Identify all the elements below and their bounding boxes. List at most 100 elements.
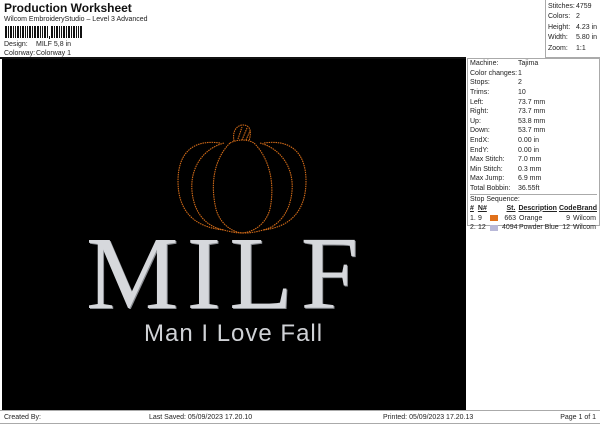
printed-date: Printed: 05/09/2023 17.20.13 xyxy=(383,413,474,421)
info-label: Width: xyxy=(548,34,568,42)
thread-code: 9 xyxy=(566,214,570,222)
col-number: # xyxy=(470,204,474,212)
info-row: Stops: 2 xyxy=(470,78,597,88)
needle: 9 xyxy=(478,214,482,222)
info-row: EndY: 0.00 in xyxy=(470,145,597,155)
info-label: Stops: xyxy=(470,79,490,87)
barcode-bar xyxy=(32,26,33,38)
color-swatch xyxy=(490,215,498,222)
barcode-bar xyxy=(34,26,36,38)
barcode xyxy=(5,26,95,39)
barcode-bar xyxy=(40,26,41,38)
design-tagline: Man I Love Fall xyxy=(144,320,324,347)
barcode-bar xyxy=(51,26,53,38)
info-label: Stitches: xyxy=(548,2,575,10)
info-label: Left: xyxy=(470,98,484,106)
colorway-label: Colorway: xyxy=(4,50,36,57)
thread-description: Powder Blue xyxy=(519,224,559,232)
info-row: Up: 53.8 mm xyxy=(470,117,597,127)
barcode-bar xyxy=(61,26,62,38)
barcode-bar xyxy=(54,26,55,38)
info-value: 1 xyxy=(518,69,522,77)
info-label: Up: xyxy=(470,117,481,125)
info-row: Stitches: 4759 xyxy=(548,1,598,12)
barcode-bar xyxy=(8,26,9,38)
info-value: 53.7 mm xyxy=(518,127,546,135)
info-row: Right: 73.7 mm xyxy=(470,107,597,117)
needle: 12 xyxy=(478,224,486,232)
info-row: Machine: Tajima xyxy=(470,59,597,69)
info-label: Machine: xyxy=(470,60,499,68)
barcode-bar xyxy=(42,26,43,38)
info-value: 73.7 mm xyxy=(518,108,546,116)
footer: Created By: Last Saved: 05/09/2023 17.20… xyxy=(0,410,600,424)
barcode-bar xyxy=(15,26,16,38)
info-row: Down: 53.7 mm xyxy=(470,126,597,136)
page-title: Production Worksheet xyxy=(4,1,132,15)
barcode-bar xyxy=(63,26,65,38)
info-value: 73.7 mm xyxy=(518,98,546,106)
barcode-bar xyxy=(47,26,48,38)
stop-sequence-title: Stop Sequence: xyxy=(470,196,520,204)
info-label: Color changes: xyxy=(470,69,518,77)
design-label: Design: xyxy=(4,41,28,48)
col-code: Code xyxy=(558,204,577,212)
info-value: 0.00 in xyxy=(518,146,540,154)
info-label: Height: xyxy=(548,23,571,31)
page-number: Page 1 of 1 xyxy=(560,413,596,421)
info-value: 0.00 in xyxy=(518,137,540,145)
barcode-bar xyxy=(76,26,77,38)
info-value: 4759 xyxy=(576,2,592,10)
info-label: Total Bobbin: xyxy=(470,185,511,193)
info-value: 0.3 mm xyxy=(518,165,542,173)
barcode-bar xyxy=(10,26,12,38)
info-row: Min Stitch: 0.3 mm xyxy=(470,165,597,175)
stitch-count: 663 xyxy=(504,214,516,222)
stop-sequence: Stop Sequence: # N# St. Description Code… xyxy=(470,194,597,232)
info-row: Max Jump: 6.9 mm xyxy=(470,174,597,184)
barcode-bar xyxy=(56,26,58,38)
stitch-count: 4094 xyxy=(502,224,518,232)
info-label: Min Stitch: xyxy=(470,165,503,173)
col-brand: Brand xyxy=(576,204,597,212)
design-value: MILF 5,8 in xyxy=(36,41,72,48)
stop-row: 1. 9 663 Orange 9 Wilcom xyxy=(470,213,597,223)
stop-sequence-header: # N# St. Description Code Brand xyxy=(470,203,597,213)
barcode-bar xyxy=(80,26,82,38)
info-value: 10 xyxy=(518,89,526,97)
info-value: 6.9 mm xyxy=(518,175,542,183)
info-row: Height: 4.23 in xyxy=(548,22,598,33)
barcode-bar xyxy=(49,36,50,39)
info-row: Total Bobbin: 36.55ft xyxy=(470,184,597,194)
info-row: Left: 73.7 mm xyxy=(470,97,597,107)
barcode-bar xyxy=(25,26,26,38)
info-value: 7.0 mm xyxy=(518,156,542,164)
design-main-text: MILF xyxy=(86,216,367,331)
barcode-bar xyxy=(78,26,79,38)
col-description: Description xyxy=(518,204,557,212)
thread-description: Orange xyxy=(519,214,543,222)
barcode-bar xyxy=(22,26,24,38)
info-label: Zoom: xyxy=(548,44,568,52)
barcode-bar xyxy=(27,26,28,38)
info-row: Trims: 10 xyxy=(470,88,597,98)
barcode-bar xyxy=(5,26,7,38)
last-saved: Last Saved: 05/09/2023 17.20.10 xyxy=(149,413,253,421)
summary-box: Stitches: 4759 Colors: 2 Height: 4.23 in Width… xyxy=(545,0,600,58)
info-label: Trims: xyxy=(470,89,490,97)
thread-code: 12 xyxy=(562,224,570,232)
barcode-bar xyxy=(44,26,46,38)
info-value: 2 xyxy=(518,79,522,87)
info-label: Max Jump: xyxy=(470,175,505,183)
colorway-value: Colorway 1 xyxy=(36,50,72,57)
info-label: Max Stitch: xyxy=(470,156,505,164)
info-label: Colors: xyxy=(548,13,571,21)
barcode-bar xyxy=(29,26,31,38)
info-value: 5.80 in xyxy=(576,34,598,42)
created-by: Created By: xyxy=(4,413,41,421)
barcode-bar xyxy=(59,26,60,38)
barcode-bar xyxy=(13,26,14,38)
software-name: Wilcom EmbroideryStudio – Level 3 Advanc… xyxy=(4,16,148,23)
info-value: 53.8 mm xyxy=(518,117,546,125)
info-label: Right: xyxy=(470,108,489,116)
